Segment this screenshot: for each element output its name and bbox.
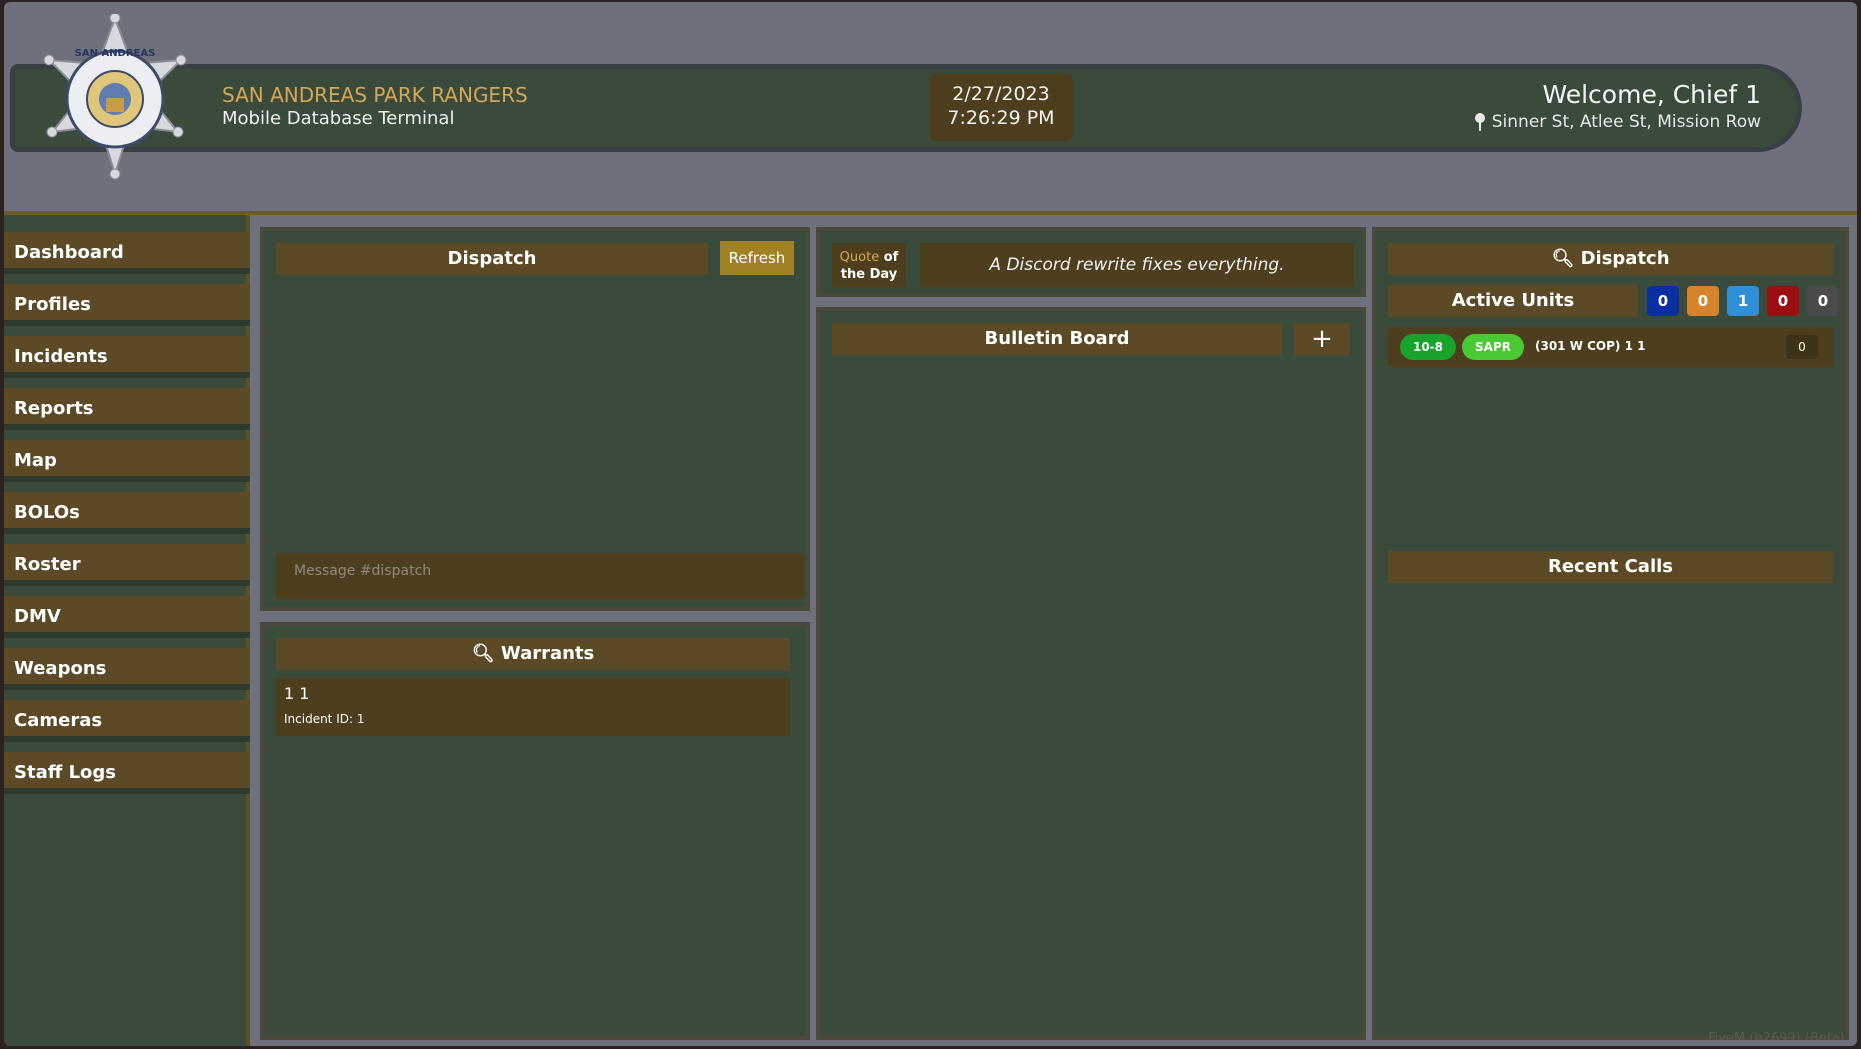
unit-count: 0 [1786,335,1818,359]
sidebar-item-incidents[interactable]: Incidents [4,336,250,378]
dispatch-chat-panel: Dispatch Refresh Message #dispatch [260,227,810,611]
active-unit-row[interactable]: 10-8 SAPR (301 W COP) 1 1 0 [1388,327,1833,367]
dispatch-units-title-bar: 🔍︎ Dispatch [1388,243,1833,275]
location-text: Sinner St, Atlee St, Mission Row [1491,112,1761,132]
warrants-panel: 🔍︎ Warrants 1 1 Incident ID: 1 [260,622,810,1040]
terminal-subtitle: Mobile Database Terminal [222,108,455,129]
active-units-label: Active Units [1388,285,1638,317]
warrant-card[interactable]: 1 1 Incident ID: 1 [276,678,790,736]
count-badge-blue: 0 [1647,286,1679,316]
dispatch-chat-title: Dispatch [276,243,708,275]
dispatch-units-panel: 🔍︎ Dispatch Active Units 0 0 1 0 0 10-8 … [1372,227,1849,1040]
dispatch-message-input[interactable]: Message #dispatch [276,553,804,599]
refresh-button[interactable]: Refresh [720,241,794,275]
header-divider [4,211,1857,215]
sidebar-item-weapons[interactable]: Weapons [4,648,250,690]
sidebar: Dashboard Profiles Incidents Reports Map… [4,215,250,1046]
warrant-name: 1 1 [284,684,310,703]
the-day-label-word: the Day [840,267,898,282]
ranger-badge-logo: SAN ANDREAS [43,14,187,180]
date-text: 2/27/2023 [952,83,1050,105]
location-display: Sinner St, Atlee St, Mission Row [1474,112,1761,132]
welcome-text: Welcome, Chief 1 [1542,80,1761,109]
fivem-watermark: FiveM (b2699) (Beta) [1708,1031,1845,1046]
time-text: 7:26:29 PM [947,107,1055,129]
sidebar-item-reports[interactable]: Reports [4,388,250,430]
unit-status-pill[interactable]: 10-8 [1400,334,1456,360]
bulletin-board-title: Bulletin Board [832,323,1282,355]
sidebar-item-dashboard[interactable]: Dashboard [4,232,250,274]
quote-panel: Quote of the Day A Discord rewrite fixes… [816,227,1366,297]
search-icon: 🔍︎ [471,643,495,664]
quote-label-word: Quote [839,250,880,265]
sidebar-item-staff-logs[interactable]: Staff Logs [4,752,250,794]
quote-text: A Discord rewrite fixes everything. [920,243,1354,287]
svg-text:SAN ANDREAS: SAN ANDREAS [75,48,156,59]
count-badge-orange: 0 [1687,286,1719,316]
warrants-title: Warrants [500,643,595,664]
sidebar-item-bolos[interactable]: BOLOs [4,492,250,534]
add-bulletin-button[interactable]: + [1294,323,1350,355]
sidebar-item-dmv[interactable]: DMV [4,596,250,638]
mdt-window: SAN ANDREAS SAN ANDREAS PARK RANGERS Mob… [4,2,1857,1046]
sidebar-item-cameras[interactable]: Cameras [4,700,250,742]
date-time-display: 2/27/2023 7:26:29 PM [929,74,1073,141]
recent-calls-title: Recent Calls [1388,551,1833,583]
bulletin-board-panel: Bulletin Board + [816,307,1366,1040]
of-label-word: of [883,250,899,265]
count-badge-red: 0 [1767,286,1799,316]
map-pin-icon [1474,113,1485,131]
search-icon: 🔍︎ [1551,248,1575,269]
count-badge-light-blue: 1 [1727,286,1759,316]
org-name: SAN ANDREAS PARK RANGERS [222,83,528,107]
unit-department-pill: SAPR [1462,334,1524,360]
sidebar-item-roster[interactable]: Roster [4,544,250,586]
dispatch-units-title: Dispatch [1580,248,1670,269]
unit-callsign: (301 W COP) 1 1 [1535,339,1646,353]
quote-of-the-day-label: Quote of the Day [832,243,906,287]
sidebar-item-profiles[interactable]: Profiles [4,284,250,326]
warrants-title-bar: 🔍︎ Warrants [276,638,790,670]
count-badge-gray: 0 [1807,286,1839,316]
warrant-incident-id: Incident ID: 1 [284,712,365,726]
sidebar-item-map[interactable]: Map [4,440,250,482]
